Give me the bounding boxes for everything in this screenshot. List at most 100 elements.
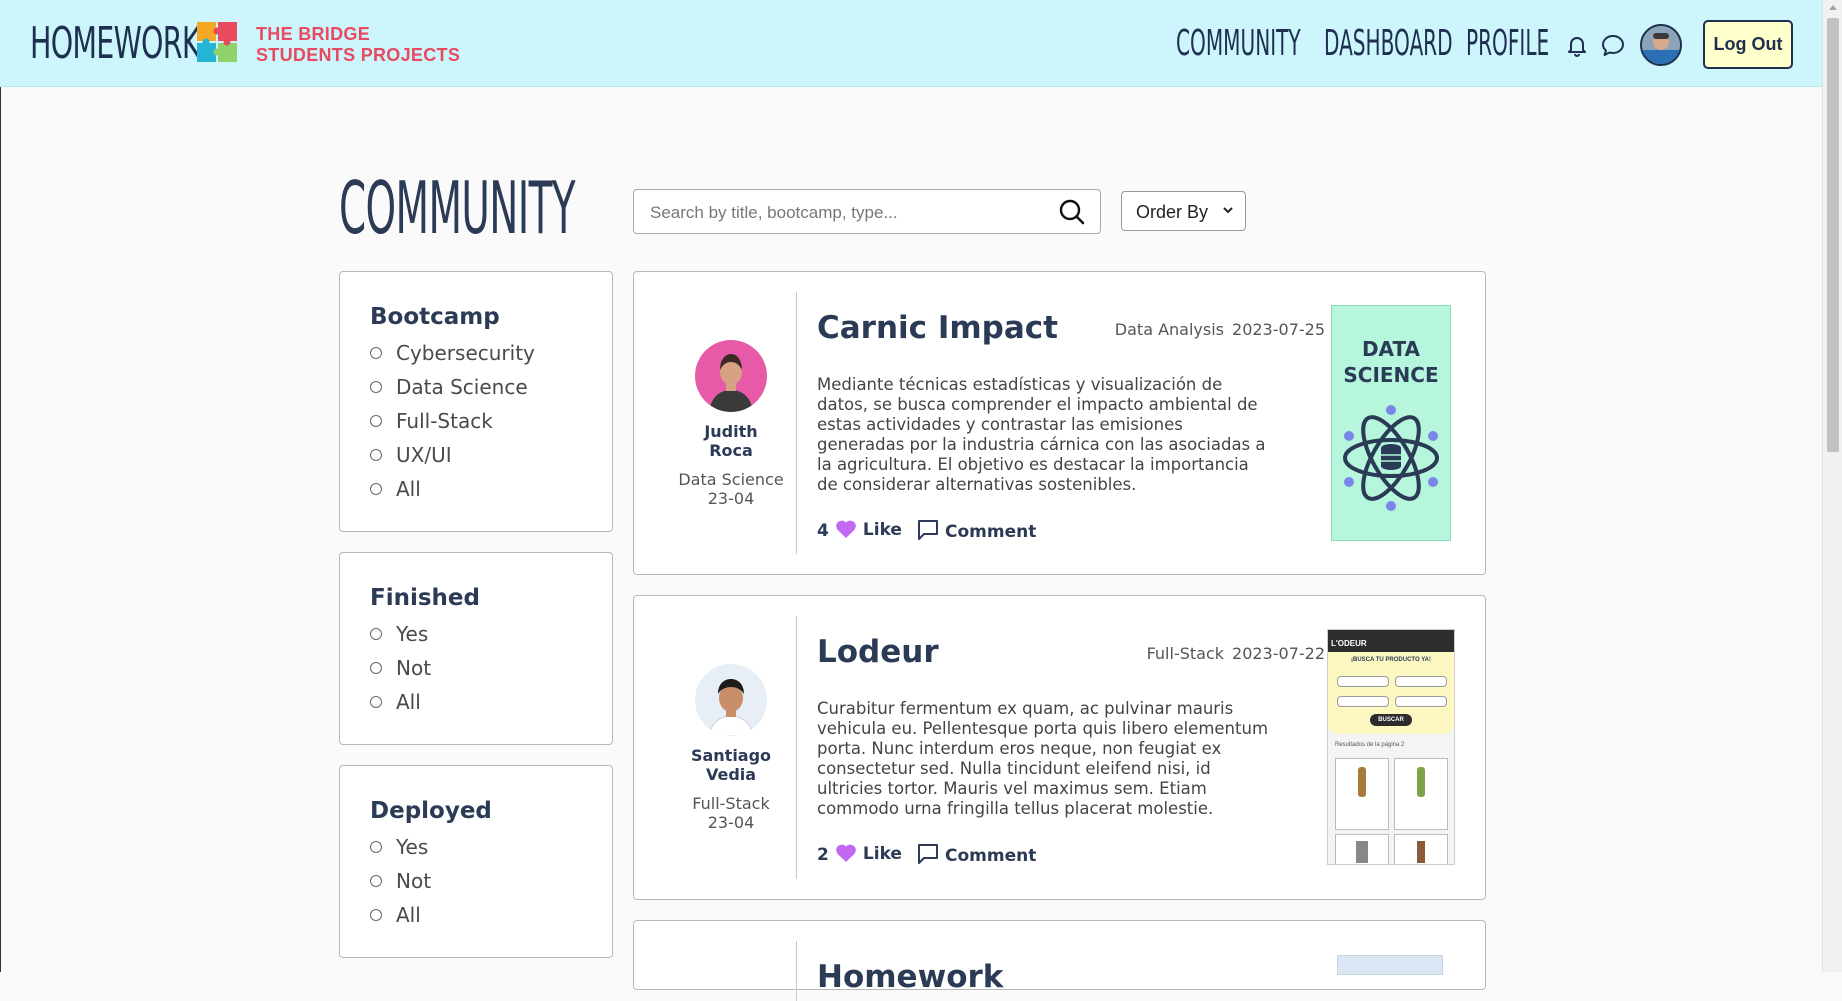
project-title[interactable]: Homework bbox=[817, 959, 1003, 995]
author-last-name: Roca bbox=[709, 441, 753, 460]
radio-circle[interactable] bbox=[370, 662, 382, 674]
comment-button[interactable]: Comment bbox=[917, 843, 1036, 866]
radio-circle[interactable] bbox=[370, 483, 382, 495]
thumbnail-field bbox=[1337, 676, 1389, 687]
project-card: Santiago Vedia Full-Stack 23-04 Lodeur F… bbox=[633, 595, 1486, 900]
search-input[interactable] bbox=[648, 199, 1052, 226]
thumbnail-product bbox=[1394, 834, 1448, 864]
like-button[interactable]: Like bbox=[835, 519, 902, 540]
user-avatar[interactable] bbox=[1640, 24, 1682, 66]
project-card: Judith Roca Data Science 23-04 Carnic Im… bbox=[633, 271, 1486, 575]
order-by-select[interactable]: Order By bbox=[1121, 191, 1246, 231]
scroll-up-arrow-icon[interactable] bbox=[1829, 5, 1837, 10]
top-navbar: HOMEWORK THE BRIDGE STUDENTS PROJECTS CO… bbox=[0, 0, 1822, 87]
radio-label: Yes bbox=[396, 622, 429, 646]
like-button[interactable]: Like bbox=[835, 843, 902, 864]
thumbnail-search-panel: ¡BUSCA TU PRODUCTO YA! BUSCAR bbox=[1328, 652, 1454, 734]
author-bootcamp-edition: 23-04 bbox=[707, 813, 755, 832]
comment-button[interactable]: Comment bbox=[917, 519, 1036, 542]
like-count: 4 bbox=[817, 521, 829, 541]
author-name: Judith Roca bbox=[654, 422, 808, 460]
page-scrollbar[interactable] bbox=[1822, 0, 1842, 972]
author-name: Santiago Vedia bbox=[654, 746, 808, 784]
radio-circle[interactable] bbox=[370, 909, 382, 921]
search-icon[interactable] bbox=[1058, 198, 1086, 226]
radio-circle[interactable] bbox=[370, 628, 382, 640]
project-card: Homework bbox=[633, 920, 1486, 1001]
radio-label: Cybersecurity bbox=[396, 341, 535, 365]
left-edge-line bbox=[0, 87, 1, 972]
radio-circle[interactable] bbox=[370, 381, 382, 393]
radio-label: All bbox=[396, 477, 421, 501]
radio-label: Not bbox=[396, 656, 432, 680]
thumbnail-caption-line-1: DATA bbox=[1361, 337, 1421, 361]
radio-label: All bbox=[396, 903, 421, 927]
comment-label: Comment bbox=[945, 522, 1037, 542]
nav-community[interactable]: COMMUNITY bbox=[1176, 20, 1301, 68]
thumbnail-brand: L'ODEUR bbox=[1331, 639, 1367, 648]
card-divider bbox=[796, 616, 797, 879]
project-date: 2023-07-22 bbox=[1232, 644, 1325, 663]
author-first-name: Santiago bbox=[690, 746, 772, 765]
radio-label: UX/UI bbox=[396, 443, 452, 467]
project-type: Data Analysis bbox=[1114, 320, 1225, 339]
radio-label: Full-Stack bbox=[396, 409, 493, 433]
chevron-down-icon bbox=[1223, 207, 1233, 214]
bell-icon[interactable] bbox=[1565, 33, 1589, 57]
card-divider bbox=[796, 941, 797, 1001]
nav-dashboard[interactable]: DASHBOARD bbox=[1324, 20, 1453, 68]
radio-label: Data Science bbox=[396, 375, 528, 399]
project-type: Full-Stack bbox=[1146, 644, 1225, 663]
project-thumbnail[interactable] bbox=[1337, 955, 1443, 975]
like-label: Like bbox=[862, 520, 902, 540]
thumbnail-button: BUSCAR bbox=[1370, 714, 1412, 726]
order-by-label: Order By bbox=[1136, 202, 1209, 222]
thumbnail-product bbox=[1394, 758, 1448, 830]
thumbnail-product bbox=[1335, 834, 1389, 864]
author-block[interactable]: Santiago Vedia Full-Stack 23-04 bbox=[654, 664, 808, 832]
card-divider bbox=[796, 292, 797, 554]
author-bootcamp: Full-Stack 23-04 bbox=[654, 794, 808, 832]
radio-circle[interactable] bbox=[370, 347, 382, 359]
project-thumbnail[interactable]: L'ODEUR ¡BUSCA TU PRODUCTO YA! BUSCAR Re… bbox=[1327, 629, 1455, 865]
search-box bbox=[633, 189, 1101, 234]
filter-title: Finished bbox=[370, 585, 480, 611]
radio-circle[interactable] bbox=[370, 696, 382, 708]
radio-circle[interactable] bbox=[370, 841, 382, 853]
radio-circle[interactable] bbox=[370, 875, 382, 887]
author-first-name: Judith bbox=[704, 422, 758, 441]
thumbnail-caption-line-2: SCIENCE bbox=[1343, 363, 1439, 387]
author-avatar[interactable] bbox=[695, 340, 767, 412]
project-title[interactable]: Lodeur bbox=[817, 634, 939, 670]
filter-deployed: Deployed Yes Not All bbox=[339, 765, 613, 958]
filter-bootcamp: Bootcamp Cybersecurity Data Science Full… bbox=[339, 271, 613, 532]
author-avatar[interactable] bbox=[695, 664, 767, 736]
thumbnail-product bbox=[1335, 758, 1389, 830]
comment-icon bbox=[918, 844, 938, 864]
scrollbar-thumb[interactable] bbox=[1827, 18, 1839, 452]
project-description: Mediante técnicas estadísticas y visuali… bbox=[817, 375, 1266, 494]
nav-profile[interactable]: PROFILE bbox=[1466, 20, 1549, 68]
logout-button[interactable]: Log Out bbox=[1703, 20, 1793, 69]
radio-circle[interactable] bbox=[370, 449, 382, 461]
radio-label: All bbox=[396, 690, 421, 714]
thumbnail-field bbox=[1337, 696, 1389, 707]
comment-icon bbox=[918, 520, 938, 540]
heart-icon bbox=[836, 844, 856, 862]
author-last-name: Vedia bbox=[705, 765, 757, 784]
author-bootcamp-name: Full-Stack bbox=[692, 794, 770, 813]
author-bootcamp-name: Data Science bbox=[678, 470, 784, 489]
page-title: COMMUNITY bbox=[339, 166, 575, 250]
radio-circle[interactable] bbox=[370, 415, 382, 427]
radio-label: Yes bbox=[396, 835, 429, 859]
author-bootcamp: Data Science 23-04 bbox=[654, 470, 808, 508]
filter-title: Deployed bbox=[370, 798, 492, 824]
author-block[interactable]: Judith Roca Data Science 23-04 bbox=[654, 340, 808, 508]
thumbnail-caption: DATA SCIENCE bbox=[1332, 336, 1450, 388]
project-meta: Full-Stack 2023-07-22 bbox=[974, 644, 1325, 663]
chat-bubble-icon[interactable] bbox=[1600, 33, 1626, 58]
project-thumbnail[interactable]: DATA SCIENCE bbox=[1331, 305, 1451, 541]
project-date: 2023-07-25 bbox=[1232, 320, 1325, 339]
comment-label: Comment bbox=[945, 846, 1037, 866]
thumbnail-field bbox=[1395, 696, 1447, 707]
